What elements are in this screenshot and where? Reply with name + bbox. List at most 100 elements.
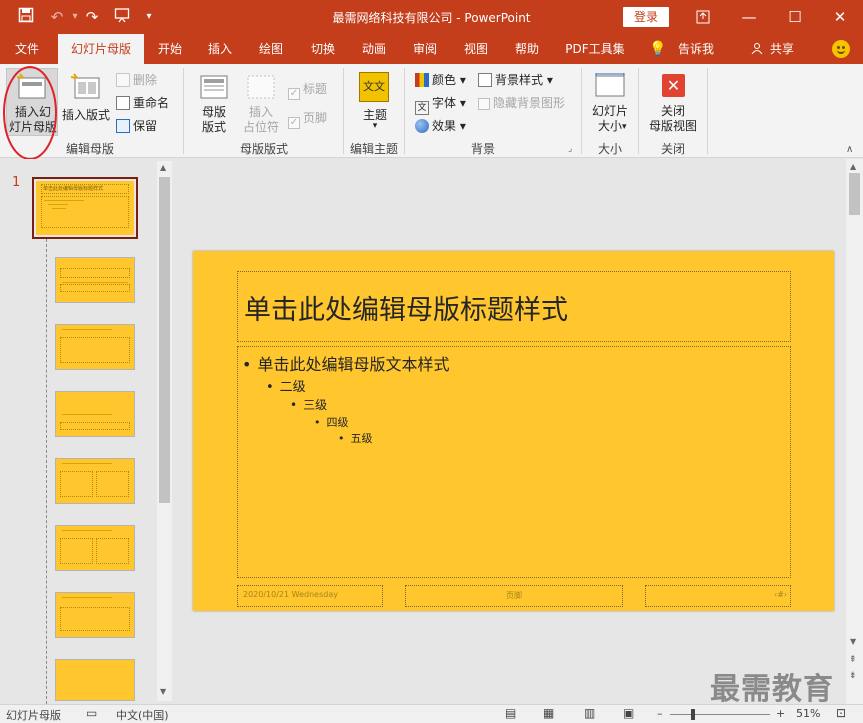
- insert-placeholder-button[interactable]: 插入 占位符: [238, 72, 284, 136]
- collapse-ribbon-icon[interactable]: ∧: [846, 144, 853, 155]
- tab-insert[interactable]: 插入: [200, 34, 240, 64]
- slide-size-label: 幻灯片 大小: [591, 104, 628, 133]
- slide-number-placeholder[interactable]: ‹#›: [645, 585, 791, 607]
- background-styles-button[interactable]: 背景样式 ▾: [478, 71, 553, 88]
- rename-button[interactable]: 重命名: [116, 94, 169, 111]
- slide-editor: 单击此处编辑母版标题样式 单击此处编辑母版文本样式 二级 三级 四级 五级 20…: [176, 159, 846, 704]
- zoom-slider-thumb[interactable]: [690, 709, 695, 720]
- tab-slide-master[interactable]: 幻灯片母版: [58, 34, 144, 64]
- hide-background-graphics-checkbox[interactable]: 隐藏背景图形: [478, 94, 565, 111]
- footer-placeholder[interactable]: 页脚: [405, 585, 623, 607]
- delete-button[interactable]: 删除: [116, 71, 157, 88]
- present-from-beginning-icon[interactable]: [111, 7, 133, 28]
- slide-scrollbar-thumb[interactable]: [849, 173, 860, 215]
- layout-connector-line: [46, 239, 47, 704]
- save-icon[interactable]: [15, 7, 37, 28]
- tab-draw[interactable]: 绘图: [251, 34, 291, 64]
- fonts-button[interactable]: 文字体 ▾: [415, 94, 466, 115]
- status-language[interactable]: 中文(中国): [116, 707, 169, 723]
- slide-sorter-icon[interactable]: ▦: [543, 706, 554, 720]
- normal-view-icon[interactable]: ▤: [505, 706, 516, 720]
- checkbox-checked-icon: ✓: [288, 117, 300, 129]
- body-level-2: 二级: [266, 376, 306, 395]
- tab-transitions[interactable]: 切换: [303, 34, 343, 64]
- date-placeholder[interactable]: 2020/10/21 Wednesday: [237, 585, 383, 607]
- theme-button[interactable]: 文文 主题 ▾: [355, 70, 395, 136]
- effects-button[interactable]: 效果 ▾: [415, 117, 466, 134]
- share-button[interactable]: 共享: [766, 34, 798, 64]
- minimize-icon[interactable]: —: [726, 0, 772, 34]
- background-styles-label: 背景样式: [495, 73, 544, 87]
- preserve-button[interactable]: 保留: [116, 117, 157, 134]
- tab-file[interactable]: 文件: [4, 34, 50, 64]
- zoom-percent[interactable]: 51%: [796, 707, 820, 720]
- thumbnail-number: 1: [12, 175, 21, 190]
- thumbnail-layout[interactable]: [55, 525, 135, 571]
- redo-icon[interactable]: ↷: [81, 7, 103, 27]
- zoom-out-icon[interactable]: –: [657, 707, 663, 720]
- colors-button[interactable]: 颜色 ▾: [415, 71, 466, 88]
- login-button[interactable]: 登录: [623, 7, 669, 27]
- tab-tell-me[interactable]: 告诉我: [672, 34, 720, 64]
- paint-bucket-icon: [478, 73, 492, 87]
- thumbnail-layout[interactable]: [55, 659, 135, 701]
- checkbox-unchecked-icon: [478, 98, 490, 110]
- color-palette-icon: [415, 73, 429, 87]
- slide-number-text: ‹#›: [774, 590, 788, 599]
- reading-view-icon[interactable]: ▥: [584, 706, 595, 720]
- scroll-up-icon[interactable]: ▲: [160, 163, 166, 172]
- zoom-slider[interactable]: [670, 709, 770, 720]
- maximize-icon[interactable]: ☐: [772, 0, 818, 34]
- scroll-down-icon[interactable]: ▼: [850, 637, 856, 646]
- thumbnail-scrollbar-thumb[interactable]: [159, 177, 170, 503]
- fit-slide-icon[interactable]: ⊡: [836, 706, 846, 720]
- zoom-in-icon[interactable]: +: [776, 707, 785, 720]
- group-separator: [404, 68, 405, 154]
- tab-help[interactable]: 帮助: [507, 34, 547, 64]
- thumbnail-layout[interactable]: [55, 458, 135, 504]
- scroll-down-icon[interactable]: ▼: [160, 687, 166, 696]
- title-placeholder[interactable]: 单击此处编辑母版标题样式: [237, 271, 791, 342]
- customize-quick-access-icon[interactable]: ▾: [138, 7, 160, 27]
- tab-pdf-tools[interactable]: PDF工具集: [560, 34, 630, 64]
- slide-size-button[interactable]: 幻灯片 大小 ▾: [588, 70, 632, 136]
- thumbnail-scrollbar[interactable]: ▲ ▼: [157, 161, 172, 701]
- thumbnail-layout[interactable]: [55, 324, 135, 370]
- tab-review[interactable]: 审阅: [405, 34, 445, 64]
- tab-view[interactable]: 视图: [456, 34, 496, 64]
- theme-icon: 文文: [359, 72, 389, 102]
- slide-thumbnail-pane: 1 单击此处编辑母版标题样式 ▲ ▼: [0, 159, 175, 704]
- close-master-view-button[interactable]: ✕ 关闭 母版视图: [645, 70, 701, 136]
- ribbon-display-options-icon[interactable]: [680, 0, 726, 34]
- next-slide-icon[interactable]: ⇟: [849, 671, 857, 681]
- thumbnail-master-selected[interactable]: 单击此处编辑母版标题样式: [32, 177, 138, 239]
- body-placeholder[interactable]: 单击此处编辑母版文本样式 二级 三级 四级 五级: [237, 346, 791, 578]
- slide-scrollbar[interactable]: ▲ ▼ ⇞ ⇟: [846, 159, 863, 704]
- thumbnail-layout[interactable]: [55, 391, 135, 437]
- master-layout-button[interactable]: 母版 版式: [194, 72, 234, 136]
- group-separator: [183, 68, 184, 154]
- dialog-launcher-icon[interactable]: ⌟: [568, 144, 572, 154]
- rename-label: 重命名: [133, 96, 170, 110]
- footer-checkbox[interactable]: ✓ 页脚: [288, 109, 327, 129]
- thumbnail-layout[interactable]: [55, 257, 135, 303]
- title-checkbox[interactable]: ✓ 标题: [288, 80, 327, 100]
- footer-date-text: 2020/10/21 Wednesday: [243, 590, 338, 599]
- tab-home[interactable]: 开始: [150, 34, 190, 64]
- feedback-smiley-icon[interactable]: [832, 40, 850, 58]
- scroll-up-icon[interactable]: ▲: [850, 162, 856, 171]
- effects-icon: [415, 119, 429, 133]
- insert-layout-button[interactable]: 插入版式: [62, 72, 110, 132]
- tab-animations[interactable]: 动画: [354, 34, 394, 64]
- slideshow-icon[interactable]: ▣: [623, 706, 634, 720]
- close-window-icon[interactable]: ✕: [817, 0, 863, 34]
- ribbon: 插入幻 灯片母版 插入版式 删除 重命名 保留 编辑母版 母版 版式 插入 占位…: [0, 64, 863, 160]
- thumbnail-title-text: 单击此处编辑母版标题样式: [43, 186, 104, 192]
- title-check-label: 标题: [303, 82, 328, 96]
- insert-layout-label: 插入版式: [61, 108, 110, 122]
- accessibility-icon[interactable]: ▭: [86, 706, 97, 720]
- group-label-master-layout: 母版版式: [239, 142, 288, 156]
- previous-slide-icon[interactable]: ⇞: [849, 655, 857, 665]
- slide-canvas[interactable]: 单击此处编辑母版标题样式 单击此处编辑母版文本样式 二级 三级 四级 五级 20…: [193, 251, 834, 611]
- thumbnail-layout[interactable]: [55, 592, 135, 638]
